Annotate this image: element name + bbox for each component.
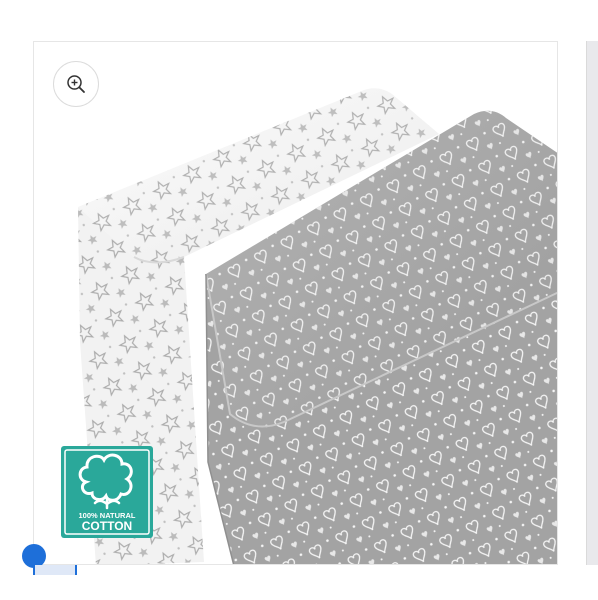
product-image[interactable]: 100% NATURAL COTTON bbox=[34, 42, 558, 565]
zoom-in-icon bbox=[67, 75, 85, 93]
badge-line-2: COTTON bbox=[82, 519, 132, 533]
chat-widget-tab[interactable] bbox=[33, 565, 77, 575]
cotton-badge: 100% NATURAL COTTON bbox=[61, 446, 153, 538]
product-gallery: 100% NATURAL COTTON bbox=[33, 41, 558, 565]
next-image-preview[interactable] bbox=[586, 41, 598, 565]
zoom-button[interactable] bbox=[53, 61, 99, 107]
